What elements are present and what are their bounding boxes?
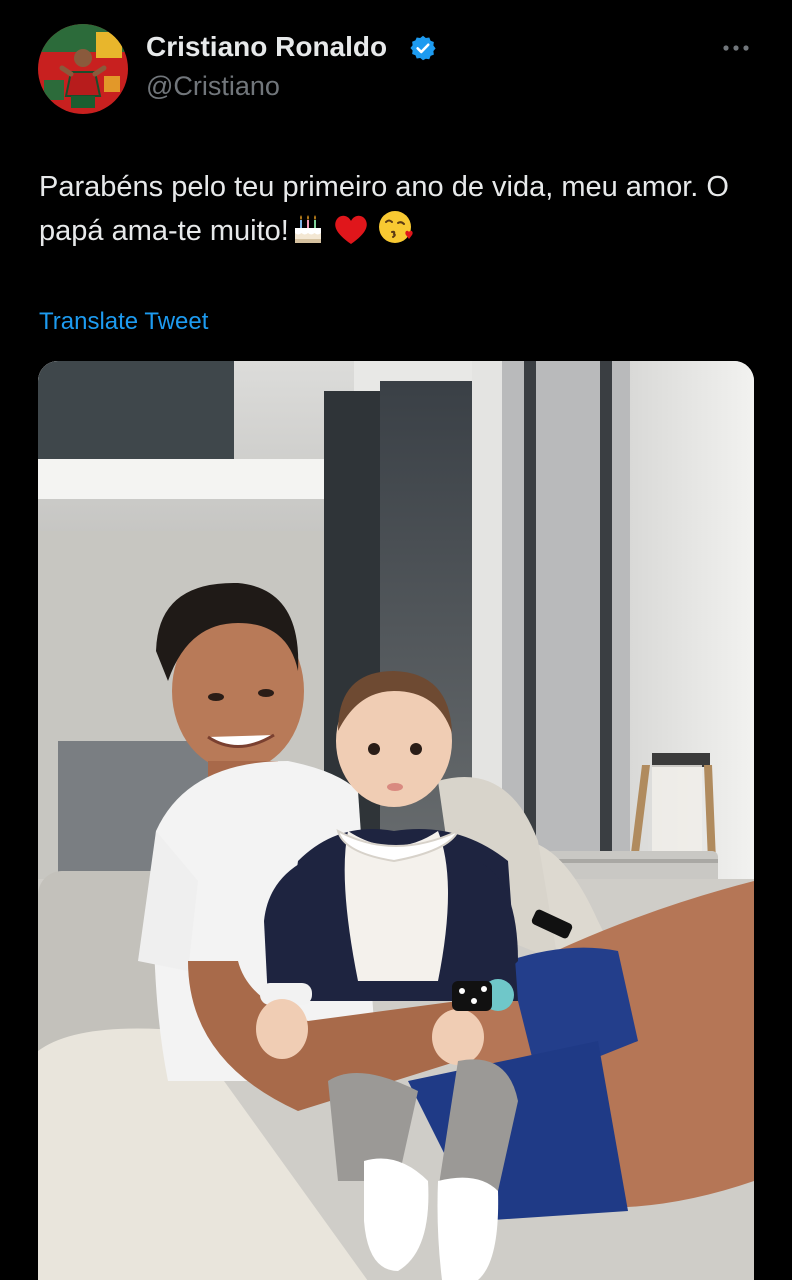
face-blowing-kiss-icon: [378, 211, 413, 243]
tweet[interactable]: Cristiano Ronaldo @Cristiano Parabéns pe…: [0, 0, 792, 1280]
author-name[interactable]: Cristiano Ronaldo: [146, 31, 387, 63]
tweet-photo[interactable]: [38, 361, 754, 1280]
photo-icon: [38, 361, 754, 1280]
tweet-text: Parabéns pelo teu primeiro ano de vida, …: [39, 166, 749, 258]
ellipsis-icon[interactable]: [718, 36, 754, 60]
profile-avatar-icon: [38, 24, 128, 114]
verified-badge-icon: [409, 34, 437, 62]
birthday-cake-icon: [294, 215, 321, 243]
red-heart-icon: [335, 215, 367, 244]
author-handle[interactable]: @Cristiano: [146, 71, 280, 102]
author-avatar[interactable]: [38, 24, 128, 114]
tweet-emojis: [291, 208, 421, 258]
translate-tweet-link[interactable]: Translate Tweet: [39, 308, 208, 336]
